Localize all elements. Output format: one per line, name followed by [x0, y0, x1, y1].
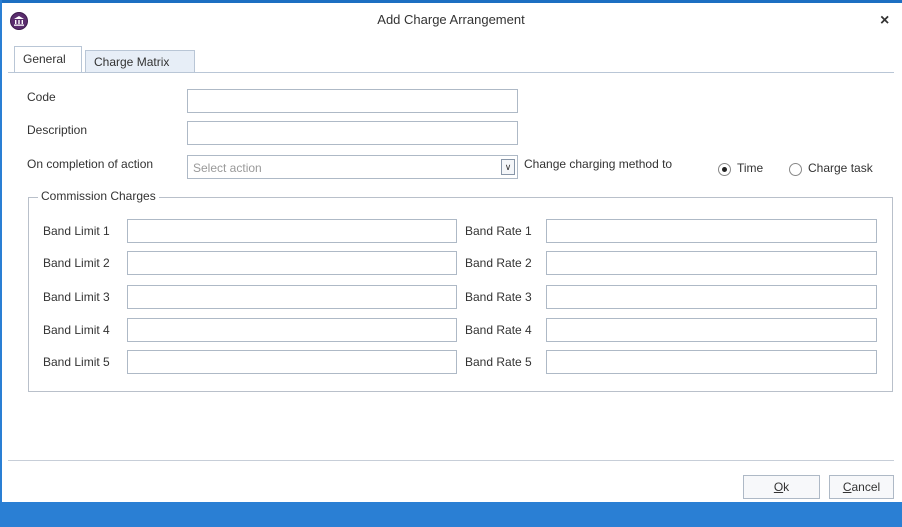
band-rate-4-input[interactable]	[546, 318, 877, 342]
ok-mnemonic: O	[773, 480, 784, 494]
tab-general[interactable]: General	[14, 46, 82, 72]
radio-time-label: Time	[737, 161, 764, 175]
change-method-label: Change charging method to	[524, 157, 673, 171]
band-limit-4-input[interactable]	[127, 318, 457, 342]
window-title: Add Charge Arrangement	[377, 12, 525, 27]
description-label: Description	[27, 123, 88, 137]
band-limit-label: Band Limit 1	[43, 224, 110, 238]
band-rate-label: Band Rate 4	[465, 323, 532, 337]
band-limit-label: Band Limit 2	[43, 256, 110, 270]
ok-label-rest: k	[783, 480, 790, 494]
ok-button[interactable]: Ok	[743, 475, 820, 499]
close-icon[interactable]: ×	[880, 12, 889, 30]
tab-underline	[8, 72, 894, 73]
tab-charge-matrix[interactable]: Charge Matrix	[85, 50, 195, 72]
radio-selected-dot	[722, 167, 727, 172]
radio-time[interactable]	[718, 163, 731, 176]
commission-charges-title: Commission Charges	[38, 189, 159, 203]
band-limit-label: Band Limit 5	[43, 355, 110, 369]
band-rate-label: Band Rate 5	[465, 355, 532, 369]
band-rate-2-input[interactable]	[546, 251, 877, 275]
action-select[interactable]: Select action ∨	[187, 155, 518, 179]
footer-bar	[0, 502, 902, 527]
code-label: Code	[27, 90, 56, 104]
band-limit-2-input[interactable]	[127, 251, 457, 275]
footer-divider	[8, 460, 894, 461]
band-rate-label: Band Rate 3	[465, 290, 532, 304]
band-rate-1-input[interactable]	[546, 219, 877, 243]
band-limit-3-input[interactable]	[127, 285, 457, 309]
radio-charge-task[interactable]	[789, 163, 802, 176]
band-rate-5-input[interactable]	[546, 350, 877, 374]
radio-charge-task-label: Charge task	[808, 161, 873, 175]
description-input[interactable]	[187, 121, 518, 145]
code-input[interactable]	[187, 89, 518, 113]
band-limit-5-input[interactable]	[127, 350, 457, 374]
band-limit-1-input[interactable]	[127, 219, 457, 243]
cancel-button[interactable]: Cancel	[829, 475, 894, 499]
band-limit-label: Band Limit 3	[43, 290, 110, 304]
band-rate-label: Band Rate 1	[465, 224, 532, 238]
band-rate-label: Band Rate 2	[465, 256, 532, 270]
band-limit-label: Band Limit 4	[43, 323, 110, 337]
band-rate-3-input[interactable]	[546, 285, 877, 309]
chevron-down-icon[interactable]: ∨	[501, 159, 515, 175]
action-select-placeholder: Select action	[193, 161, 262, 175]
completion-label: On completion of action	[27, 157, 154, 171]
window-left-border	[0, 0, 2, 527]
cancel-label-rest: ancel	[851, 480, 881, 494]
dialog-window: Add Charge Arrangement × General Charge …	[0, 0, 902, 527]
